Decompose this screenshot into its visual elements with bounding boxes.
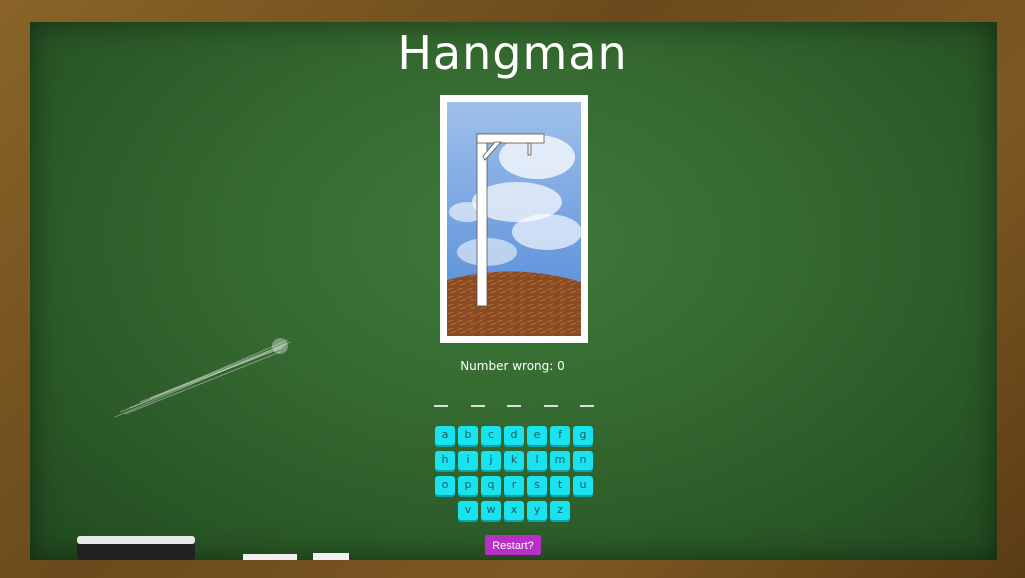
letter-blank: [507, 395, 521, 407]
key-w[interactable]: w: [481, 501, 501, 520]
keyboard-row: h i j k l m n: [435, 451, 593, 470]
key-a[interactable]: a: [435, 426, 455, 445]
key-n[interactable]: n: [573, 451, 593, 470]
key-l[interactable]: l: [527, 451, 547, 470]
key-c[interactable]: c: [481, 426, 501, 445]
keyboard-row: o p q r s t u: [435, 476, 593, 495]
chalk-erasers: [77, 536, 349, 560]
restart-button[interactable]: Restart?: [485, 535, 541, 555]
key-k[interactable]: k: [504, 451, 524, 470]
letter-blank: [434, 395, 448, 407]
key-x[interactable]: x: [504, 501, 524, 520]
gallows-image: [447, 102, 581, 336]
key-m[interactable]: m: [550, 451, 570, 470]
key-g[interactable]: g: [573, 426, 593, 445]
key-h[interactable]: h: [435, 451, 455, 470]
keyboard-row: v w x y z: [458, 501, 570, 520]
key-v[interactable]: v: [458, 501, 478, 520]
wrong-counter: Number wrong: 0: [0, 359, 1025, 373]
key-z[interactable]: z: [550, 501, 570, 520]
key-s[interactable]: s: [527, 476, 547, 495]
key-y[interactable]: y: [527, 501, 547, 520]
letter-blank: [543, 395, 558, 407]
key-o[interactable]: o: [435, 476, 455, 495]
letter-blank: [470, 395, 485, 407]
key-b[interactable]: b: [458, 426, 478, 445]
key-e[interactable]: e: [527, 426, 547, 445]
wrong-counter-value: 0: [557, 359, 565, 373]
key-d[interactable]: d: [504, 426, 524, 445]
key-r[interactable]: r: [504, 476, 524, 495]
letter-blank: [580, 395, 594, 407]
key-j[interactable]: j: [481, 451, 501, 470]
key-f[interactable]: f: [550, 426, 570, 445]
key-p[interactable]: p: [458, 476, 478, 495]
key-u[interactable]: u: [573, 476, 593, 495]
key-t[interactable]: t: [550, 476, 570, 495]
wrong-counter-label: Number wrong:: [460, 359, 558, 373]
game-title: Hangman: [397, 26, 628, 80]
key-i[interactable]: i: [458, 451, 478, 470]
chalk-smudge: [114, 338, 291, 418]
word-blanks: [434, 395, 594, 409]
hangman-scene: [440, 95, 588, 343]
keyboard-row: a b c d e f g: [435, 426, 593, 445]
key-q[interactable]: q: [481, 476, 501, 495]
